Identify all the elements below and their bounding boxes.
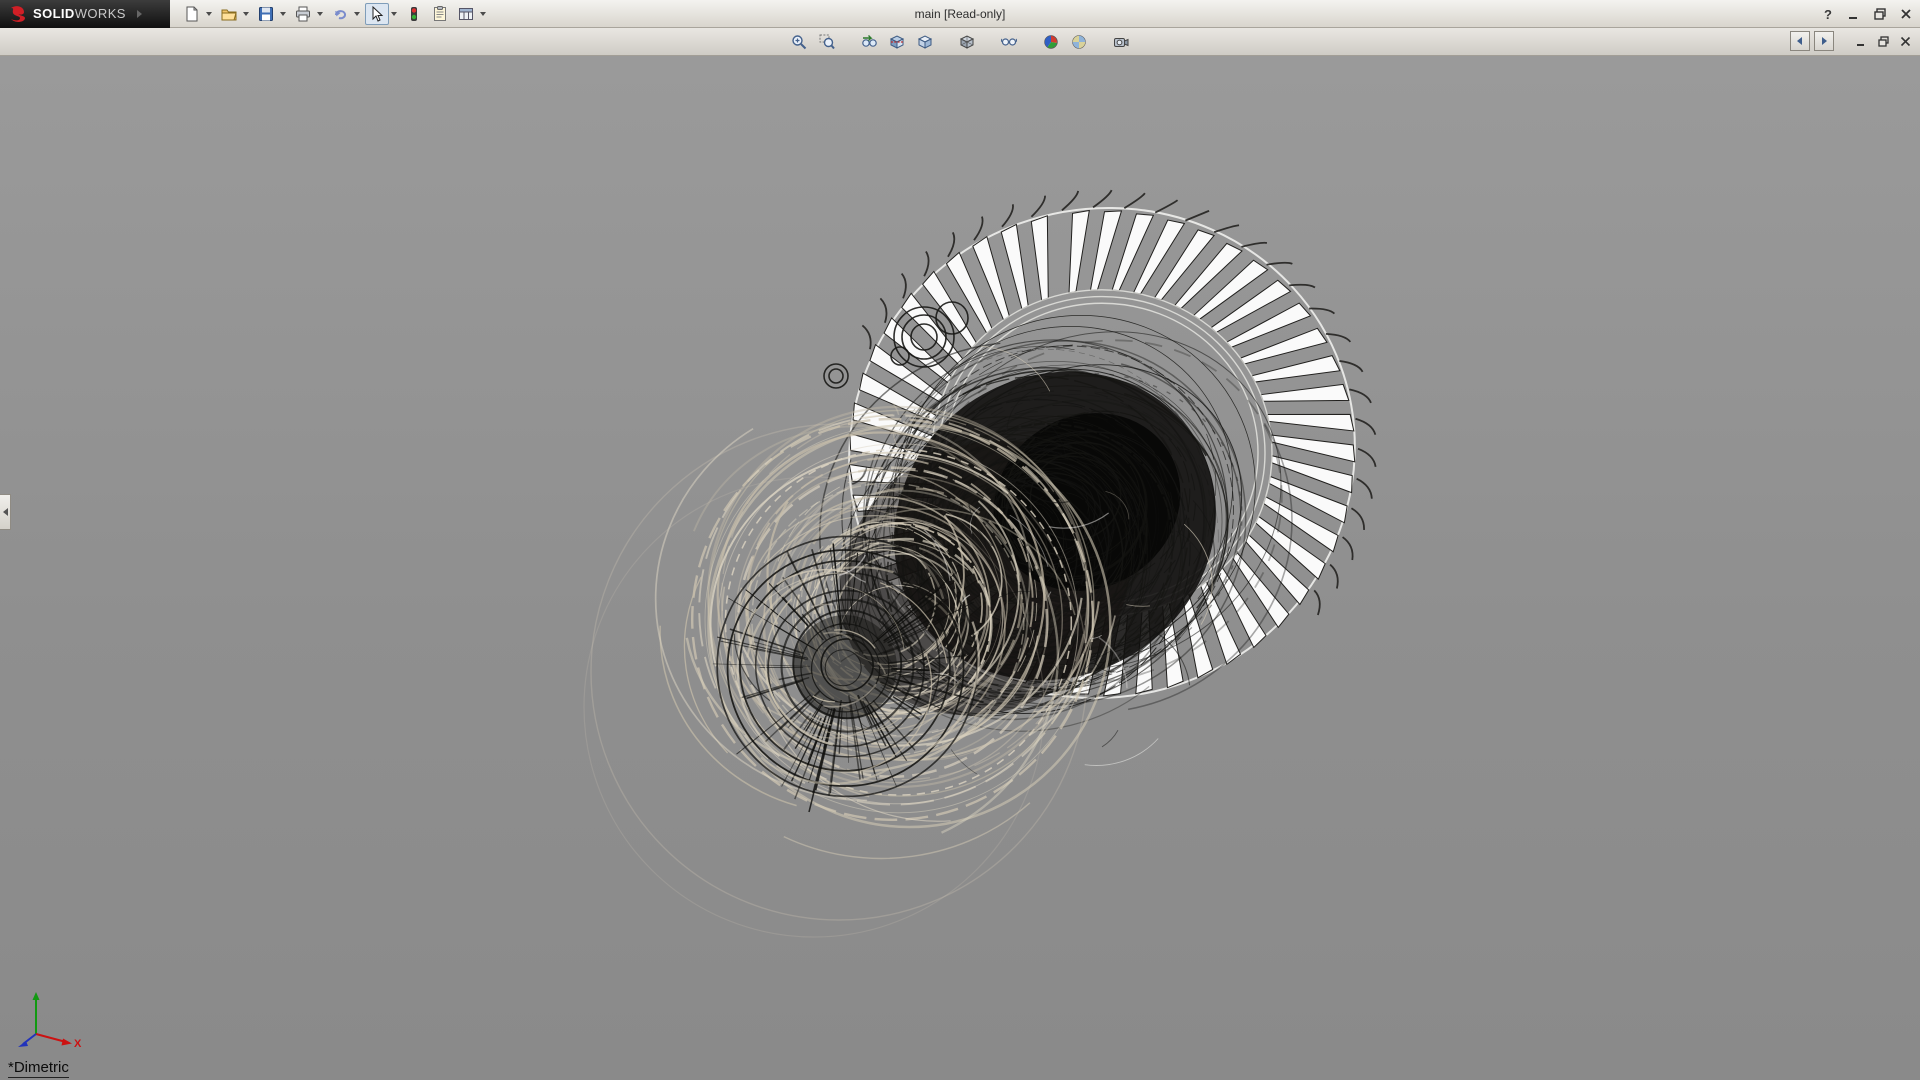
previous-view-icon (861, 34, 877, 50)
zoom-to-fit-icon (791, 34, 807, 50)
hide-show-items-button[interactable] (997, 31, 1021, 53)
solidworks-logo-icon (8, 5, 28, 23)
triad-y-arrow (33, 992, 40, 1000)
heads-up-view-toolbar (787, 28, 1133, 56)
doc-restore-button[interactable] (1874, 32, 1892, 50)
previous-window-button[interactable] (1790, 31, 1810, 51)
brand-expand-icon[interactable] (137, 10, 142, 18)
section-view-button[interactable] (885, 31, 909, 53)
apply-scene-icon (1071, 34, 1087, 50)
options-button[interactable] (454, 3, 478, 25)
select-button[interactable] (365, 3, 389, 25)
hide-show-items-icon (1001, 34, 1017, 50)
doc-close-button[interactable] (1896, 32, 1914, 50)
view-orientation-icon (917, 34, 933, 50)
save-caret-icon[interactable] (280, 12, 286, 16)
print-icon (295, 6, 311, 22)
zoom-to-area-button[interactable] (815, 31, 839, 53)
section-view-icon (889, 34, 905, 50)
edit-appearance-button[interactable] (1039, 31, 1063, 53)
next-window-icon (1819, 36, 1829, 46)
display-style-icon (959, 34, 975, 50)
solidworks-window: SOLIDWORKS (0, 0, 1920, 1080)
close-button[interactable] (1896, 5, 1916, 23)
apply-scene-button[interactable] (1067, 31, 1091, 53)
view-settings-icon (1113, 34, 1129, 50)
view-orientation-label: *Dimetric (8, 1059, 69, 1078)
help-button[interactable]: ? (1818, 5, 1838, 23)
new-document-caret-icon[interactable] (206, 12, 212, 16)
print-caret-icon[interactable] (317, 12, 323, 16)
doc-minimize-icon (1856, 36, 1867, 47)
save-icon (258, 6, 274, 22)
title-bar-controls: ? (1818, 0, 1916, 28)
rebuild-stoplight-button[interactable] (402, 3, 426, 25)
heads-up-strip (0, 28, 1920, 56)
brand-text: SOLIDWORKS (33, 6, 126, 21)
options-grid-icon (458, 6, 474, 22)
zoom-to-area-icon (819, 34, 835, 50)
triad-x-arrow (62, 1039, 73, 1046)
minimize-icon (1848, 8, 1860, 20)
restore-button[interactable] (1870, 5, 1890, 23)
restore-icon (1874, 8, 1886, 20)
save-button[interactable] (254, 3, 278, 25)
main-toolbar (170, 3, 489, 25)
document-window-controls (1790, 31, 1914, 51)
previous-view-button[interactable] (857, 31, 881, 53)
title-bar: SOLIDWORKS (0, 0, 1920, 28)
next-window-button[interactable] (1814, 31, 1834, 51)
undo-button[interactable] (328, 3, 352, 25)
collapsed-panel-tab[interactable] (0, 494, 11, 530)
graphics-viewport[interactable]: X *Dimetric (0, 56, 1920, 1080)
undo-icon (332, 6, 348, 22)
open-caret-icon[interactable] (243, 12, 249, 16)
help-icon: ? (1824, 7, 1832, 22)
file-properties-button[interactable] (428, 3, 452, 25)
open-button[interactable] (217, 3, 241, 25)
new-document-button[interactable] (180, 3, 204, 25)
doc-close-icon (1900, 36, 1911, 47)
minimize-button[interactable] (1844, 5, 1864, 23)
model-wireframe-turbine[interactable] (0, 56, 1920, 1080)
zoom-to-fit-button[interactable] (787, 31, 811, 53)
collapse-arrow-icon (3, 508, 8, 516)
new-document-icon (184, 6, 200, 22)
select-cursor-icon (369, 6, 385, 22)
select-caret-icon[interactable] (391, 12, 397, 16)
solidworks-brand: SOLIDWORKS (0, 0, 170, 28)
display-style-button[interactable] (955, 31, 979, 53)
open-folder-icon (221, 6, 237, 22)
view-settings-button[interactable] (1109, 31, 1133, 53)
view-orientation-button[interactable] (913, 31, 937, 53)
triad-x-label: X (74, 1038, 82, 1048)
options-caret-icon[interactable] (480, 12, 486, 16)
previous-window-icon (1795, 36, 1805, 46)
close-icon (1900, 8, 1912, 20)
print-button[interactable] (291, 3, 315, 25)
rebuild-stoplight-icon (406, 6, 422, 22)
undo-caret-icon[interactable] (354, 12, 360, 16)
orientation-triad: X (14, 986, 84, 1048)
edit-appearance-icon (1043, 34, 1059, 50)
doc-minimize-button[interactable] (1852, 32, 1870, 50)
doc-restore-icon (1878, 36, 1889, 47)
file-properties-icon (432, 6, 448, 22)
